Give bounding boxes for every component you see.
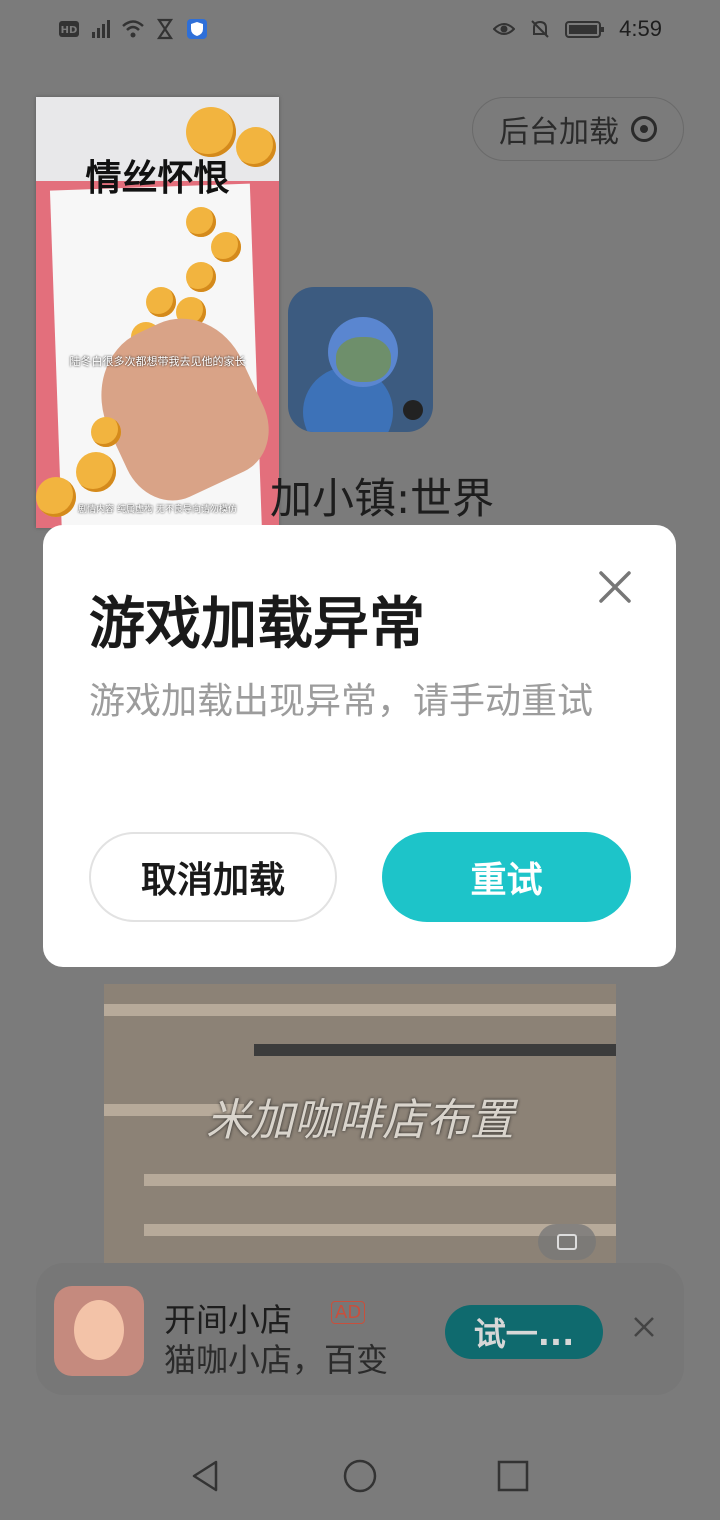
game-screenshot[interactable]: 米加咖啡店布置 [104,984,616,1274]
cancel-load-button[interactable]: 取消加载 [89,832,337,922]
ad-banner[interactable]: 开间小店 AD 猫咖小店，百变 试一... [36,1263,684,1395]
background-load-label: 后台加载 [499,115,619,150]
floating-video-thumbnail[interactable]: 情丝怀恨 陆冬白很多次都想带我去见他的家长 剧情内容 纯属虚构 无不良导向请勿模… [36,97,279,528]
ad-description: 猫咖小店，百变 [164,1341,389,1379]
game-app-icon [288,287,433,432]
load-error-dialog: 游戏加载异常 游戏加载出现异常，请手动重试 取消加载 重试 [43,525,676,967]
target-icon [631,116,657,142]
dialog-title: 游戏加载异常 [89,592,425,657]
ad-try-button[interactable]: 试一... [445,1305,603,1359]
ad-app-icon [54,1286,144,1376]
game-app-name: 加小镇:世界 [270,474,495,523]
home-icon[interactable] [342,1458,378,1494]
close-icon[interactable] [597,569,633,605]
dialog-message: 游戏加载出现异常，请手动重试 [89,681,594,722]
image-icon [538,1224,596,1260]
video-title: 情丝怀恨 [85,158,230,199]
recents-icon[interactable] [495,1458,531,1494]
system-nav-bar [0,1430,720,1520]
ad-badge: AD [331,1301,366,1324]
ad-close-icon[interactable] [632,1315,656,1339]
video-disclaimer: 剧情内容 纯属虚构 无不良导向请勿模仿 [78,505,237,515]
retry-button[interactable]: 重试 [382,832,631,922]
back-icon[interactable] [188,1458,224,1494]
game-screenshot-caption: 米加咖啡店布置 [206,1095,514,1146]
background-load-button[interactable]: 后台加载 [472,97,684,161]
video-subtitle: 陆冬白很多次都想带我去见他的家长 [69,355,246,368]
